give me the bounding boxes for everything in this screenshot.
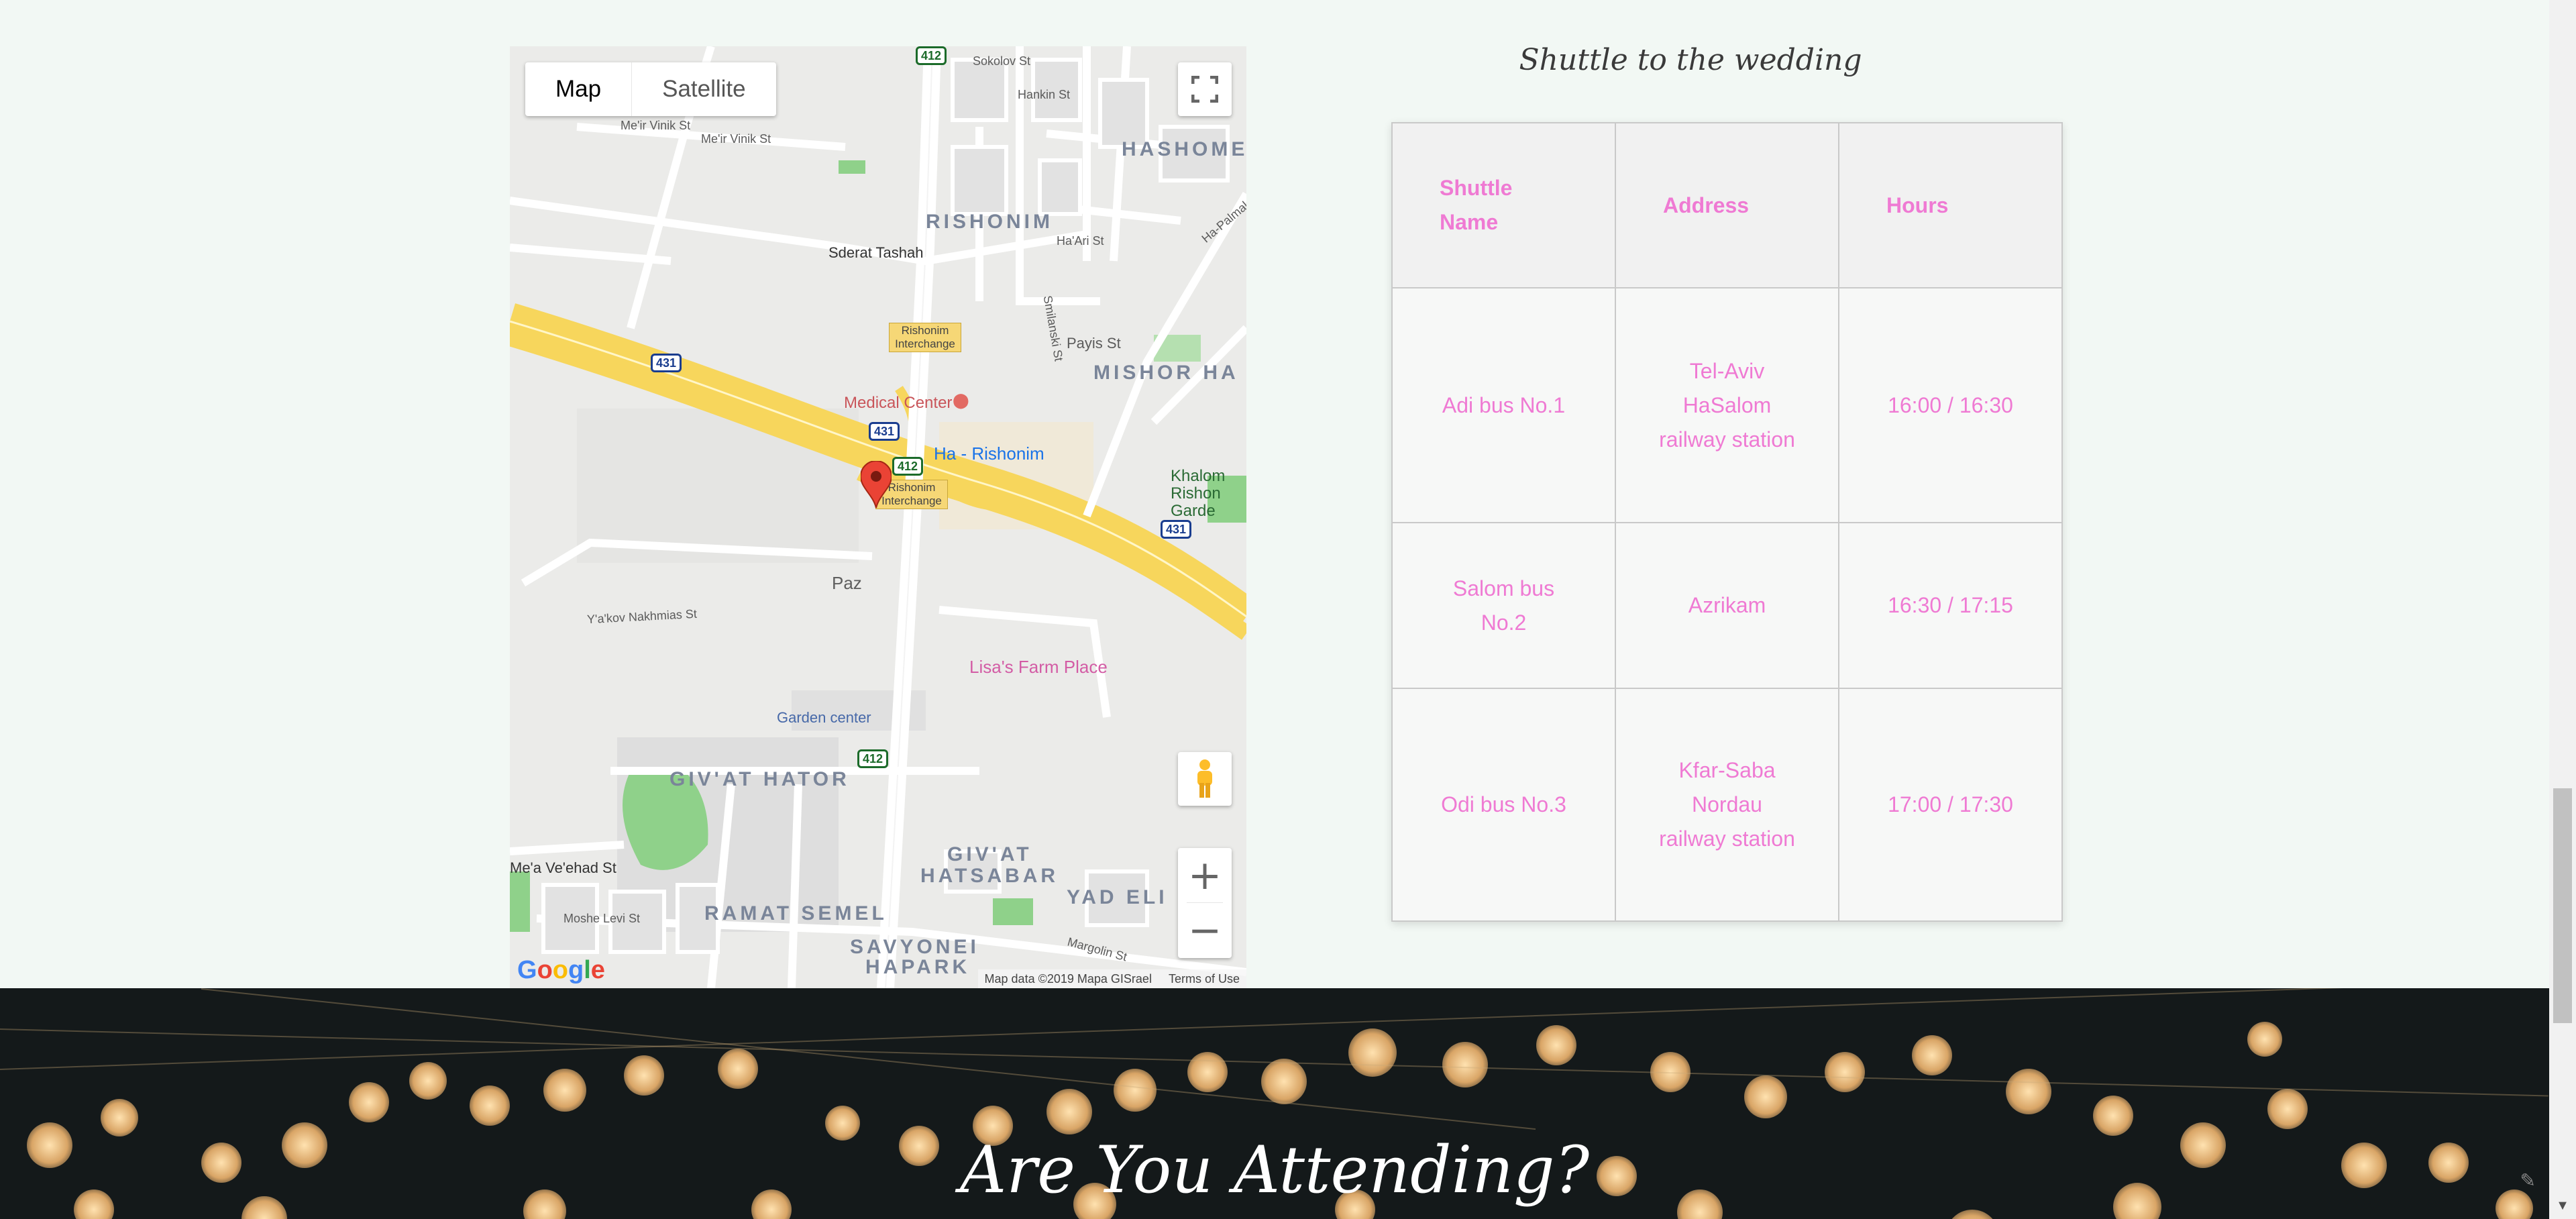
- area-label: HASHOME: [1122, 138, 1246, 160]
- road-shield: 412: [892, 457, 924, 476]
- bokeh-light: [1187, 1052, 1228, 1092]
- map-type-map-button[interactable]: Map: [525, 62, 631, 116]
- poi-label[interactable]: Garden center: [777, 709, 871, 727]
- shuttle-table: Shuttle Name Address Hours Adi bus No.1 …: [1391, 122, 2063, 922]
- rsvp-title: Are You Attending?: [959, 1132, 1590, 1208]
- fullscreen-icon: [1191, 76, 1218, 103]
- bokeh-light: [1825, 1052, 1865, 1092]
- bokeh-light: [1046, 1089, 1092, 1134]
- cell-shuttle-name: Adi bus No.1: [1391, 287, 1616, 523]
- street-label: Payis St: [1067, 335, 1121, 352]
- street-view-button[interactable]: [1178, 752, 1232, 806]
- shuttle-title: Shuttle to the wedding: [1519, 43, 1862, 77]
- bokeh-light: [2093, 1096, 2133, 1136]
- interchange-label: Rishonim Interchange: [889, 323, 961, 352]
- bokeh-light: [1348, 1028, 1397, 1077]
- bokeh-light: [409, 1062, 447, 1100]
- street-label: Sokolov St: [973, 54, 1031, 68]
- bokeh-light: [1442, 1042, 1488, 1088]
- header-address: Address: [1615, 122, 1839, 288]
- bokeh-light: [1536, 1025, 1576, 1065]
- map-type-satellite-button[interactable]: Satellite: [631, 62, 776, 116]
- rsvp-banner: Are You Attending? ✎: [0, 988, 2549, 1219]
- zoom-control: + −: [1178, 848, 1232, 958]
- road-shield: 412: [916, 46, 947, 65]
- header-shuttle-name: Shuttle Name: [1391, 122, 1616, 288]
- bokeh-light: [349, 1082, 389, 1122]
- zoom-out-button[interactable]: −: [1178, 903, 1232, 957]
- table-row: Adi bus No.1 Tel-Aviv HaSalom railway st…: [1391, 287, 2063, 523]
- area-label: HAPARK: [865, 956, 971, 978]
- bokeh-light: [470, 1085, 510, 1126]
- terms-of-use-link[interactable]: Terms of Use: [1169, 972, 1240, 986]
- poi-label[interactable]: Khalom Rishon Garde: [1171, 468, 1246, 520]
- street-label: Me'a Ve'ehad St: [510, 859, 616, 876]
- bokeh-light: [1261, 1059, 1307, 1104]
- bokeh-light: [2267, 1089, 2308, 1129]
- map-attribution: Map data ©2019 Mapa GISrael Terms of Use: [977, 969, 1246, 988]
- road-shield: 431: [869, 422, 900, 441]
- bokeh-light: [1912, 1035, 1952, 1075]
- poi-label[interactable]: Ha - Rishonim: [934, 443, 1044, 464]
- map-data-credit: Map data ©2019 Mapa GISrael: [984, 972, 1152, 986]
- table-header-row: Shuttle Name Address Hours: [1391, 122, 2063, 288]
- poi-label[interactable]: Lisa's Farm Place: [969, 657, 1108, 678]
- area-label: RAMAT SEMEL: [704, 902, 888, 924]
- zoom-in-button[interactable]: +: [1178, 848, 1232, 902]
- street-label: Sderat Tashah: [828, 244, 924, 261]
- area-label: SAVYONEI: [850, 936, 979, 958]
- table-row: Salom bus No.2 Azrikam 16:30 / 17:15: [1391, 522, 2063, 689]
- cell-address: Azrikam: [1615, 522, 1839, 689]
- table-row: Odi bus No.3 Kfar-Saba Nordau railway st…: [1391, 688, 2063, 922]
- fullscreen-button[interactable]: [1178, 62, 1232, 116]
- map-tiles: [510, 46, 1246, 988]
- bokeh-light: [718, 1049, 758, 1089]
- bokeh-light: [101, 1099, 138, 1136]
- scroll-down-arrow-icon[interactable]: ▼: [2549, 1192, 2576, 1219]
- bokeh-light: [2006, 1069, 2051, 1114]
- cell-shuttle-name: Odi bus No.3: [1391, 688, 1616, 922]
- google-map[interactable]: RISHONIM MISHOR HA HASHOME GIV'AT HATOR …: [510, 46, 1246, 988]
- bokeh-light: [543, 1069, 586, 1112]
- street-label: Me'ir Vinik St: [701, 132, 771, 146]
- street-label: Me'ir Vinik St: [621, 119, 691, 132]
- area-label: HATSABAR: [920, 865, 1059, 887]
- cell-address: Kfar-Saba Nordau railway station: [1615, 688, 1839, 922]
- google-logo: Google: [517, 956, 605, 984]
- bokeh-light: [2247, 1022, 2282, 1057]
- road-shield: 431: [651, 354, 682, 372]
- map-type-control: Map Satellite: [525, 62, 776, 116]
- area-label: RISHONIM: [926, 211, 1053, 233]
- page-scrollbar[interactable]: ▼: [2549, 0, 2576, 1219]
- pegman-icon: [1197, 759, 1212, 798]
- street-label: Ha'Ari St: [1057, 234, 1104, 248]
- bokeh-light: [1744, 1075, 1787, 1118]
- edit-pen-icon[interactable]: ✎: [2520, 1169, 2536, 1191]
- scrollbar-thumb[interactable]: [2553, 788, 2572, 1023]
- cell-address: Tel-Aviv HaSalom railway station: [1615, 287, 1839, 523]
- bokeh-light: [624, 1055, 664, 1096]
- cell-hours: 17:00 / 17:30: [1838, 688, 2063, 922]
- road-shield: 412: [857, 749, 889, 768]
- street-label: Moshe Levi St: [564, 912, 641, 925]
- area-label: MISHOR HA: [1093, 362, 1239, 384]
- area-label: GIV'AT HATOR: [669, 768, 850, 790]
- area-label: GIV'AT: [947, 843, 1032, 865]
- street-label: Hankin St: [1018, 88, 1071, 101]
- bokeh-light: [1114, 1069, 1157, 1112]
- poi-label[interactable]: Paz: [832, 573, 862, 594]
- bokeh-light: [1945, 1210, 1999, 1219]
- cell-hours: 16:30 / 17:15: [1838, 522, 2063, 689]
- area-label: YAD ELI: [1067, 886, 1168, 908]
- cell-shuttle-name: Salom bus No.2: [1391, 522, 1616, 689]
- poi-icon: ⬤: [953, 392, 969, 409]
- road-shield: 431: [1161, 520, 1192, 539]
- light-string-wire: [0, 988, 2548, 1070]
- light-string-wire: [201, 988, 1536, 1130]
- cell-hours: 16:00 / 16:30: [1838, 287, 2063, 523]
- header-hours: Hours: [1838, 122, 2063, 288]
- poi-label[interactable]: Medical Center: [844, 394, 952, 413]
- map-pin-icon[interactable]: [859, 460, 893, 513]
